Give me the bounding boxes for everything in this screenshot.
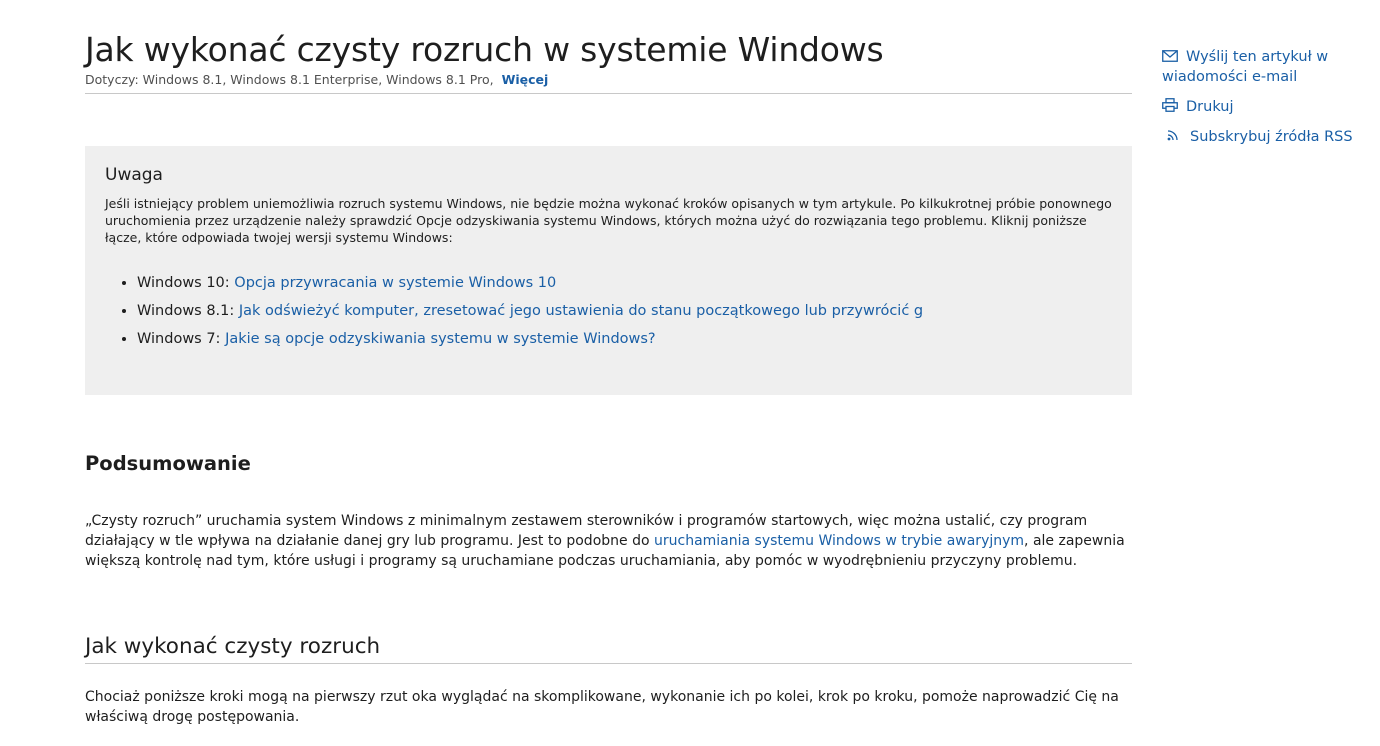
note-box: Uwaga Jeśli istniejący problem uniemożli… [85,146,1132,395]
print-link[interactable]: Drukuj [1162,97,1362,117]
recovery-options-list: Windows 10: Opcja przywracania w systemi… [105,269,1112,353]
list-item-prefix: Windows 8.1: [137,303,239,319]
applies-to: Dotyczy: Windows 8.1, Windows 8.1 Enterp… [85,72,1132,94]
rss-subscribe-label: Subskrybuj źródła RSS [1190,129,1353,145]
printer-icon [1162,98,1180,112]
envelope-icon [1162,48,1180,62]
list-item-prefix: Windows 10: [137,275,235,291]
email-article-link[interactable]: Wyślij ten artykuł w wiadomości e-mail [1162,47,1362,87]
sidebar: Wyślij ten artykuł w wiadomości e-mail D… [1162,47,1362,157]
page: Jak wykonać czysty rozruch w systemie Wi… [0,0,1380,746]
clean-boot-intro: Chociaż poniższe kroki mogą na pierwszy … [85,689,1119,725]
list-item: Windows 8.1: Jak odświeżyć komputer, zre… [137,297,1112,325]
summary-text: „Czysty rozruch” uruchamia system Window… [85,511,1132,571]
list-item: Windows 10: Opcja przywracania w systemi… [137,269,1112,297]
windows7-recovery-link[interactable]: Jakie są opcje odzyskiwania systemu w sy… [225,331,656,347]
summary-heading: Podsumowanie [85,452,251,475]
rss-subscribe-link[interactable]: Subskrybuj źródła RSS [1162,127,1362,147]
clean-boot-heading: Jak wykonać czysty rozruch [85,633,1132,664]
more-link[interactable]: Więcej [502,72,549,87]
note-text: Jeśli istniejący problem uniemożliwia ro… [105,196,1112,245]
safe-mode-link[interactable]: uruchamiania systemu Windows w trybie aw… [654,533,1024,549]
list-item-prefix: Windows 7: [137,331,226,347]
rss-icon [1166,128,1184,142]
list-item: Windows 7: Jakie są opcje odzyskiwania s… [137,325,1112,353]
page-title: Jak wykonać czysty rozruch w systemie Wi… [85,30,884,69]
windows81-recovery-link[interactable]: Jak odświeżyć komputer, zresetować jego … [239,303,923,319]
windows10-recovery-link[interactable]: Opcja przywracania w systemie Windows 10 [234,275,556,291]
email-article-label: Wyślij ten artykuł w wiadomości e-mail [1162,49,1329,85]
applies-to-text: Dotyczy: Windows 8.1, Windows 8.1 Enterp… [85,72,494,87]
note-heading: Uwaga [105,165,163,185]
print-label: Drukuj [1186,99,1234,115]
article-main: Jak wykonać czysty rozruch w systemie Wi… [85,30,1132,727]
